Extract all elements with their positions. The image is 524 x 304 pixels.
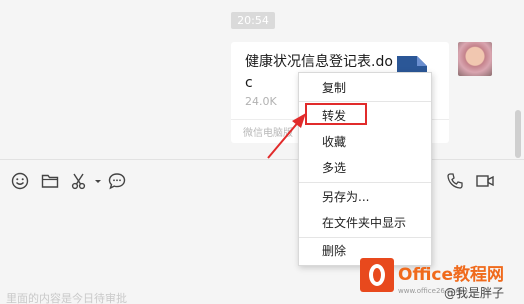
input-preview-text: 里面的内容是今日待审批 bbox=[6, 292, 127, 304]
watermark-title: Office教程网 bbox=[398, 265, 505, 285]
menu-separator bbox=[299, 182, 431, 183]
phone-icon[interactable] bbox=[445, 171, 465, 191]
office-logo-icon bbox=[360, 258, 394, 292]
forward-highlight-box bbox=[305, 103, 367, 125]
folder-icon[interactable] bbox=[40, 171, 60, 191]
chevron-down-icon[interactable] bbox=[88, 171, 101, 191]
video-icon[interactable] bbox=[475, 171, 495, 191]
menu-item-save-as[interactable]: 另存为... bbox=[299, 184, 431, 210]
menu-item-show-in-folder[interactable]: 在文件夹中显示 bbox=[299, 210, 431, 236]
red-arrow-annotation bbox=[262, 108, 312, 164]
scissors-icon[interactable] bbox=[70, 171, 90, 191]
menu-item-copy[interactable]: 复制 bbox=[299, 75, 431, 101]
user-avatar[interactable] bbox=[458, 42, 492, 76]
menu-separator bbox=[299, 101, 431, 102]
menu-item-multi-select[interactable]: 多选 bbox=[299, 155, 431, 181]
chat-scrollbar[interactable] bbox=[515, 110, 521, 158]
wechat-window: 20:54 健康状况信息登记表.doc 24.0K 微信电脑版 里面的内容是今日… bbox=[0, 0, 524, 304]
watermark: Office教程网 www.office26.com @我是胖子 bbox=[354, 256, 524, 304]
chat-bubble-icon[interactable] bbox=[107, 171, 127, 191]
file-size: 24.0K bbox=[245, 95, 277, 108]
watermark-subtitle: @我是胖子 bbox=[444, 286, 505, 300]
menu-item-favorite[interactable]: 收藏 bbox=[299, 129, 431, 155]
message-timestamp: 20:54 bbox=[231, 12, 275, 29]
emoji-icon[interactable] bbox=[10, 171, 30, 191]
context-menu: 复制 转发 收藏 多选 另存为... 在文件夹中显示 删除 bbox=[298, 72, 432, 266]
